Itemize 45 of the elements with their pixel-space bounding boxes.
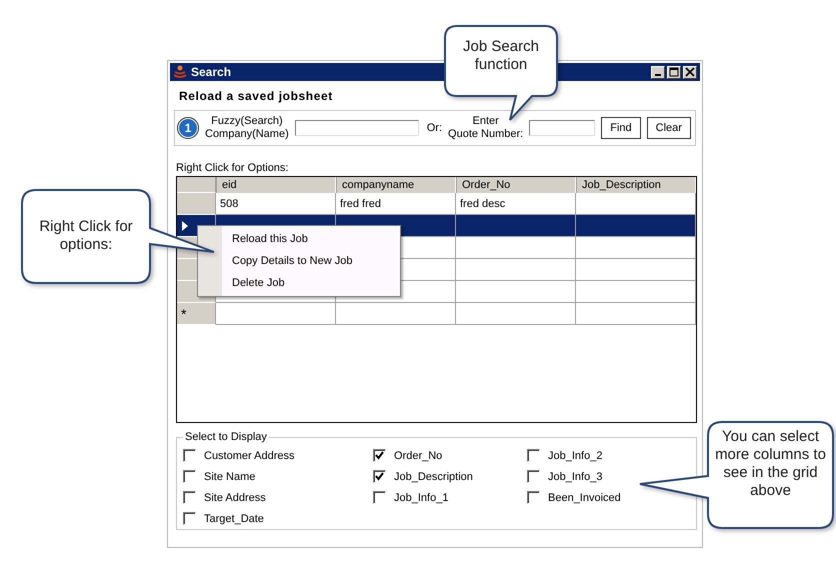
column-checkbox[interactable]: Job_Info_2 bbox=[527, 449, 621, 462]
company-field[interactable] bbox=[294, 120, 419, 136]
column-checkbox[interactable]: Been_Invoiced bbox=[527, 491, 621, 504]
column-checkbox[interactable]: Job_Info_3 bbox=[527, 470, 621, 483]
company-label: Fuzzy(Search) Company(Name) bbox=[205, 115, 289, 141]
column-header[interactable]: companyname bbox=[336, 177, 456, 193]
minimize-icon bbox=[655, 74, 661, 76]
row-header[interactable]: * bbox=[177, 303, 216, 325]
column-header[interactable]: eid bbox=[216, 177, 336, 193]
callout-text: Right Click for options: bbox=[38, 218, 134, 254]
form-heading: Reload a saved jobsheet bbox=[179, 89, 334, 103]
maximize-button[interactable] bbox=[667, 66, 681, 78]
column-checkbox[interactable]: Site Name bbox=[183, 470, 373, 483]
check-icon bbox=[374, 450, 385, 461]
callout-text: You can select more columns to see in the grid above bbox=[714, 428, 827, 500]
column-checkbox[interactable]: Site Address bbox=[183, 491, 373, 504]
close-button[interactable] bbox=[683, 66, 697, 78]
grid-hint: Right Click for Options: bbox=[176, 162, 290, 174]
window-title: Search bbox=[191, 65, 232, 79]
close-icon bbox=[685, 67, 695, 77]
column-header[interactable]: Order_No bbox=[456, 177, 576, 193]
or-label: Or: bbox=[426, 122, 442, 134]
find-button[interactable]: Find bbox=[601, 117, 641, 139]
corner-cell bbox=[177, 177, 216, 193]
quote-label: Enter Quote Number: bbox=[448, 115, 524, 141]
new-row-marker: * bbox=[181, 306, 186, 322]
callout-text: Job Search function bbox=[462, 38, 540, 74]
minimize-button[interactable] bbox=[651, 66, 665, 78]
column-checkbox[interactable]: Job_Description bbox=[373, 470, 527, 483]
check-icon bbox=[374, 471, 385, 482]
column-checkbox[interactable]: Job_Info_1 bbox=[373, 491, 527, 504]
menu-item[interactable]: Reload this Job bbox=[198, 228, 400, 250]
column-checkbox[interactable]: Customer Address bbox=[183, 449, 373, 462]
stack-icon bbox=[173, 65, 187, 79]
current-row-icon bbox=[181, 220, 189, 230]
maximize-icon bbox=[669, 67, 679, 77]
column-checkbox[interactable]: Order_No bbox=[373, 449, 527, 462]
column-header[interactable]: Job_Description bbox=[576, 177, 696, 193]
menu-item[interactable]: Copy Details to New Job bbox=[198, 250, 400, 272]
clear-button[interactable]: Clear bbox=[646, 117, 691, 139]
column-checkbox[interactable]: Target_Date bbox=[183, 512, 373, 525]
menu-item[interactable]: Delete Job bbox=[198, 272, 400, 294]
quote-number-field[interactable] bbox=[529, 120, 596, 136]
step-badge: 1 bbox=[179, 119, 197, 137]
group-title: Select to Display bbox=[184, 431, 268, 443]
